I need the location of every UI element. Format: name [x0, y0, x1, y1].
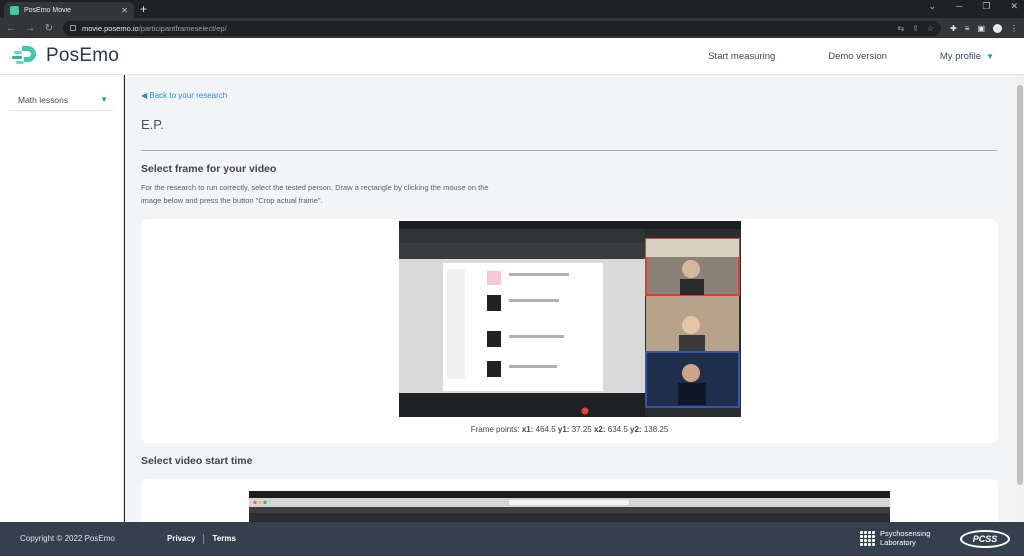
new-tab-icon[interactable]: + — [140, 2, 147, 16]
start-time-video-preview[interactable] — [249, 491, 890, 522]
reading-list-icon[interactable]: ≡ — [965, 24, 970, 33]
side-panel-icon[interactable]: ▣ — [977, 24, 985, 33]
footer: Copyright © 2022 PosEmo Privacy Terms Ps… — [0, 522, 1024, 556]
lock-icon — [70, 25, 76, 31]
start-time-video-image — [249, 491, 890, 522]
browser-tab[interactable]: PosEmo Movie ✕ — [4, 2, 134, 18]
section-divider — [141, 150, 997, 151]
footer-links: Privacy Terms — [167, 534, 236, 544]
browser-menu-icon[interactable]: ⋮ — [1010, 24, 1018, 33]
translate-icon[interactable]: ⇆ — [897, 24, 904, 33]
frame-points-readout: Frame points: x1: 464.5 y1: 37.25 x2: 63… — [470, 425, 669, 434]
nav-my-profile[interactable]: My profile ▼ — [940, 51, 994, 62]
video-frame-canvas[interactable] — [399, 221, 741, 417]
tab-search-icon[interactable]: ⌄ — [928, 1, 936, 12]
sidebar-item-math-lessons[interactable]: Math lessons ▼ — [10, 89, 114, 111]
nav-my-profile-label: My profile — [939, 51, 982, 62]
browser-toolbar: ← → ↻ movie.posemo.io/participantframese… — [0, 18, 1024, 38]
copyright-text: Copyright © 2022 PosEmo — [20, 534, 115, 543]
restore-icon[interactable]: ❐ — [982, 1, 990, 12]
privacy-link[interactable]: Privacy — [167, 534, 195, 544]
select-start-time-heading: Select video start time — [141, 455, 253, 467]
posemo-logo-icon — [12, 46, 36, 64]
page-title: E.P. — [141, 117, 164, 132]
forward-arrow-icon[interactable]: → — [25, 23, 35, 34]
profile-avatar-icon[interactable] — [993, 23, 1002, 33]
sidebar: Math lessons ▼ — [0, 75, 124, 522]
chevron-down-icon: ▼ — [986, 52, 994, 61]
pcss-logo[interactable]: PCSS — [960, 530, 1010, 548]
lab-name: Psychosensing Laboratory — [880, 529, 930, 547]
start-time-card — [141, 479, 998, 522]
scrollbar-thumb[interactable] — [1017, 85, 1023, 485]
address-bar[interactable]: movie.posemo.io/participantframeselect/e… — [63, 20, 942, 36]
lab-dots-icon — [860, 530, 875, 546]
share-icon[interactable]: ⇪ — [912, 24, 919, 33]
posemo-favicon-icon — [10, 5, 19, 15]
minimize-icon[interactable]: ─ — [956, 1, 962, 12]
app-header: PosEmo Start measuring Demo version My p… — [0, 38, 1024, 75]
nav-demo-version[interactable]: Demo version — [828, 51, 887, 62]
frame-select-card: Frame points: x1: 464.5 y1: 37.25 x2: 63… — [141, 219, 998, 443]
main-nav: Start measuring Demo version My profile ▼ — [708, 38, 994, 75]
page-scrollbar[interactable] — [1016, 75, 1024, 522]
chevron-left-icon: ◀ — [141, 91, 148, 100]
logo-text: PosEmo — [46, 45, 120, 66]
reload-icon[interactable]: ↻ — [44, 23, 54, 34]
posemo-logo[interactable]: PosEmo — [12, 44, 119, 68]
psychosensing-lab-logo[interactable]: Psychosensing Laboratory — [860, 529, 930, 547]
bookmark-star-icon[interactable]: ☆ — [927, 24, 934, 33]
lab-name-line2: Laboratory — [880, 538, 916, 547]
video-frame-image — [399, 221, 741, 417]
back-arrow-icon[interactable]: ← — [6, 23, 16, 34]
footer-link-separator — [203, 534, 205, 544]
select-frame-description: For the research to run correctly, selec… — [141, 183, 489, 205]
omnibox-icons: ⇆ ⇪ ☆ — [897, 24, 934, 33]
nav-start-measuring[interactable]: Start measuring — [708, 51, 775, 62]
extension-icons: ✚ ≡ ▣ ⋮ — [950, 23, 1018, 33]
close-window-icon[interactable]: ✕ — [1010, 1, 1018, 12]
back-to-research-link[interactable]: ◀ Back to your research — [141, 91, 227, 100]
window-controls: ⌄ ─ ❐ ✕ — [928, 1, 1018, 12]
sidebar-item-label: Math lessons — [18, 94, 69, 105]
close-tab-icon[interactable]: ✕ — [121, 6, 128, 15]
main-content: ◀ Back to your research E.P. Select fram… — [125, 75, 1016, 522]
back-link-label: Back to your research — [149, 91, 228, 100]
terms-link[interactable]: Terms — [212, 534, 235, 544]
chevron-down-icon: ▼ — [100, 95, 108, 104]
extension-puzzle-icon[interactable]: ✚ — [950, 24, 957, 33]
tab-title: PosEmo Movie — [24, 6, 72, 14]
url-text: movie.posemo.io/participantframeselect/e… — [82, 23, 227, 33]
select-frame-heading: Select frame for your video — [141, 163, 277, 175]
browser-tabstrip: PosEmo Movie ✕ + ⌄ ─ ❐ ✕ — [0, 0, 1024, 18]
lab-name-line1: Psychosensing — [880, 529, 931, 538]
